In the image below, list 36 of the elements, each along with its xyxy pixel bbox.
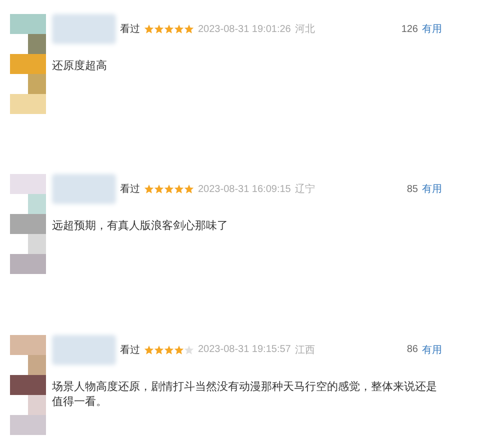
star-icon — [154, 184, 164, 194]
comment-text: 场景人物高度还原，剧情打斗当然没有动漫那种天马行空的感觉，整体来说还是值得一看。 — [52, 380, 438, 409]
vote-count: 126 — [401, 24, 418, 34]
star-icon — [154, 344, 164, 355]
useful-link[interactable]: 有用 — [422, 22, 442, 36]
star-icon — [174, 24, 184, 34]
comment-time: 2023-08-31 16:09:15 — [198, 184, 291, 195]
star-icon — [164, 344, 174, 355]
comment-time: 2023-08-31 19:15:57 — [198, 344, 291, 356]
star-icon — [184, 344, 194, 355]
star-icon — [144, 184, 154, 194]
comment-time: 2023-08-31 19:01:26 — [198, 24, 291, 34]
star-icon — [184, 184, 194, 194]
useful-link[interactable]: 有用 — [422, 342, 442, 357]
star-icon — [164, 24, 174, 34]
star-icon — [144, 24, 154, 34]
status-label: 看过 — [120, 344, 140, 357]
star-icon — [154, 24, 164, 34]
vote-count: 85 — [406, 184, 418, 195]
useful-link[interactable]: 有用 — [422, 182, 442, 196]
comment-text: 还原度超高 — [52, 58, 108, 73]
star-icon — [144, 344, 154, 355]
status-label: 看过 — [120, 22, 140, 36]
star-icon — [174, 184, 184, 194]
blurred-username — [52, 174, 116, 204]
star-icon — [174, 344, 184, 355]
vote-count: 86 — [406, 344, 418, 356]
comment-location: 江西 — [294, 344, 315, 357]
blurred-username — [52, 334, 116, 365]
star-icon — [164, 184, 174, 194]
star-icon — [184, 24, 194, 34]
comment-text: 远超预期，有真人版浪客剑心那味了 — [52, 218, 229, 234]
comment-location: 河北 — [294, 22, 315, 36]
status-label: 看过 — [120, 182, 140, 196]
blurred-username — [52, 14, 116, 44]
comment-location: 辽宁 — [294, 182, 315, 196]
